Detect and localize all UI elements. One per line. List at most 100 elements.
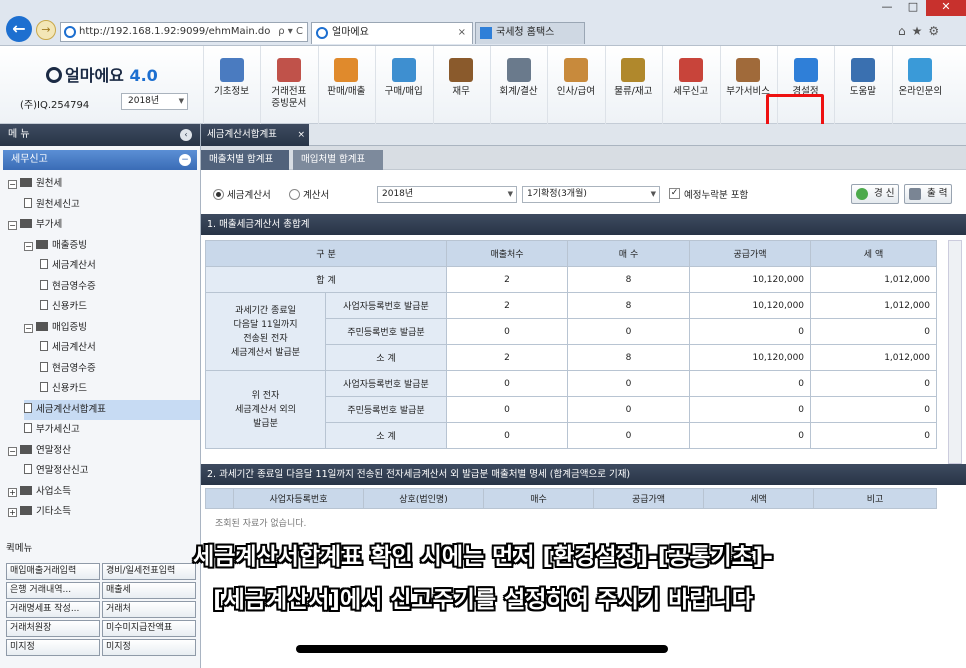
tree-item-label: 매출증빙 — [52, 239, 87, 251]
forward-button[interactable]: → — [36, 20, 56, 40]
close-window-button[interactable]: ✕ — [926, 0, 966, 16]
tree-item-label: 연말정산 — [36, 444, 71, 456]
tree-item-label: 세금계산서합계표 — [36, 403, 106, 415]
service-icon — [736, 58, 761, 82]
tree-item-label: 매입증빙 — [52, 321, 87, 333]
page-icon — [24, 464, 32, 474]
collapse-icon[interactable]: − — [24, 241, 33, 251]
tree-item[interactable]: − 원천세 — [8, 174, 200, 194]
cell: 0 — [446, 370, 569, 397]
toolbar-button-4[interactable]: 구매/매입 — [375, 46, 431, 124]
tree-item-label: 현금영수증 — [52, 280, 96, 292]
tree-item[interactable]: − 매출증빙 — [24, 236, 200, 256]
back-button[interactable]: ← — [6, 16, 32, 42]
cell: 2 — [446, 292, 569, 319]
tree-item[interactable]: 현금영수증 — [40, 277, 200, 297]
toolbar-button-6[interactable]: 회계/결산 — [490, 46, 546, 124]
year-select[interactable]: 2018년 ▼ — [121, 93, 188, 110]
table-row: 위 전자 세금계산서 외의 발급분 사업자등록번호 발급분 0 0 0 0 — [205, 370, 938, 449]
tree-item-label: 세금계산서 — [52, 260, 96, 271]
collapse-section-icon[interactable]: − — [179, 154, 191, 166]
row-label: 소 계 — [324, 422, 448, 449]
tab-close-icon[interactable]: × — [458, 23, 466, 43]
toolbar-button-8[interactable]: 물류/재고 — [604, 46, 661, 124]
cell: 8 — [567, 292, 691, 319]
quick-menu-button[interactable]: 미지정 — [6, 639, 100, 656]
sidebar-title: 메 뉴 — [8, 129, 30, 140]
tab-tax-invoice-summary[interactable]: 세금계산서합계표 × — [201, 124, 309, 146]
help-icon — [850, 58, 875, 82]
cell: 2 — [446, 266, 569, 293]
collapse-icon[interactable]: − — [8, 446, 17, 456]
maximize-button[interactable]: □ — [900, 0, 926, 16]
tree-item[interactable]: + 기타소득 — [8, 502, 200, 522]
toolbar-label: 거래전표 증빙문서 — [271, 86, 307, 109]
toolbar-button-7[interactable]: 인사/급여 — [547, 46, 603, 124]
detail-header-row: 사업자등록번호 상호(법인명) 매수 공급가액 세액 비고 — [205, 488, 937, 509]
minimize-button[interactable]: — — [874, 0, 900, 16]
toolbar-button-2[interactable]: 거래전표 증빙문서 — [260, 46, 316, 124]
toolbar-button-12[interactable]: 도움말 — [834, 46, 890, 124]
tree-item[interactable]: 원천세신고 — [24, 195, 200, 215]
cell: 0 — [446, 422, 569, 449]
vertical-scrollbar[interactable] — [948, 240, 962, 464]
collapse-icon[interactable]: ‹ — [180, 129, 192, 141]
toolbar-button-1[interactable]: 기초정보 — [203, 46, 259, 124]
collapse-icon[interactable]: − — [8, 180, 17, 189]
radio-invoice[interactable] — [289, 189, 300, 200]
year-filter-select[interactable]: 2018년 ▼ — [377, 186, 517, 203]
collapse-icon[interactable]: − — [24, 323, 33, 333]
tree-item[interactable]: 세금계산서합계표 — [24, 399, 200, 420]
tree-item[interactable]: − 매입증빙 — [24, 318, 200, 338]
sidebar-section-tax-report[interactable]: 세무신고 − — [3, 150, 197, 170]
group1-label: 과세기간 종료일 다음달 11일까지 전송된 전자 세금계산서 발급분 — [205, 292, 326, 371]
subtab-sales[interactable]: 매출처별 합계표 — [201, 150, 289, 170]
document-tab-bar: 세금계산서합계표 × — [201, 124, 966, 146]
tree-item[interactable]: 신용카드 — [40, 379, 200, 399]
browser-tab-hometax[interactable]: 국세청 홈택스 — [475, 22, 585, 44]
subtab-purchase[interactable]: 매입처별 합계표 — [293, 150, 383, 170]
tree-item[interactable]: 신용카드 — [40, 297, 200, 317]
toolbar-label: 도움말 — [849, 86, 876, 97]
tree-item[interactable]: 세금계산서 — [40, 256, 200, 276]
refresh-button[interactable]: 경 신 — [851, 184, 899, 204]
tree-item[interactable]: − 연말정산 — [8, 441, 200, 461]
tree-item-label: 부가세신고 — [36, 424, 80, 435]
settings-icon — [793, 58, 818, 82]
folder-icon — [20, 219, 32, 228]
tree-item[interactable]: + 사업소득 — [8, 482, 200, 502]
address-tools-icons[interactable]: ρ ▾ C — [278, 23, 303, 41]
toolbar-button-13[interactable]: 온라인문의 — [891, 46, 948, 124]
toolbar-label: 인사/급여 — [556, 86, 595, 97]
tax-icon — [678, 58, 703, 82]
toolbar-button-5[interactable]: 재무 — [432, 46, 489, 124]
toolbar-button-9[interactable]: 세무신고 — [662, 46, 718, 124]
tree-item[interactable]: 세금계산서 — [40, 338, 200, 358]
quick-menu-button[interactable]: 미수미지급잔액표 — [102, 620, 196, 637]
radio-tax-invoice[interactable] — [213, 189, 224, 200]
close-icon[interactable]: × — [297, 124, 305, 146]
detail-header-cell — [205, 488, 234, 509]
tree-item[interactable]: 부가세신고 — [24, 420, 200, 440]
tree-item[interactable]: 연말정산신고 — [24, 461, 200, 481]
hr-icon — [563, 58, 588, 82]
row-label: 사업자등록번호 발급분 — [324, 370, 448, 397]
expand-icon[interactable]: + — [8, 487, 17, 497]
toolbar-button-3[interactable]: 판매/매출 — [317, 46, 374, 124]
toolbar-label: 기초정보 — [214, 86, 249, 97]
collapse-icon[interactable]: − — [8, 221, 17, 230]
quick-menu-button[interactable]: 거래처원장 — [6, 620, 100, 637]
tree-item-label: 현금영수증 — [52, 362, 96, 374]
company-name: (주)IQ.254794 — [20, 100, 90, 111]
browser-tab-active[interactable]: 얼마에요 × — [311, 22, 473, 44]
tree-item[interactable]: − 부가세 — [8, 215, 200, 235]
expand-icon[interactable]: + — [8, 508, 17, 517]
quick-menu-button[interactable]: 미지정 — [102, 639, 196, 656]
period-select[interactable]: 1기확정(3개월) ▼ — [522, 186, 660, 203]
include-missing-checkbox[interactable]: ✓ — [669, 188, 680, 199]
tree-item[interactable]: 현금영수증 — [40, 359, 200, 379]
print-button[interactable]: 출 력 — [904, 184, 952, 204]
address-bar[interactable]: http://192.168.1.92:9099/ehmMain.do ρ ▾ … — [60, 22, 308, 42]
home-favorites-settings-icons[interactable]: ⌂★⚙ — [898, 24, 945, 38]
cell: 0 — [567, 318, 691, 345]
